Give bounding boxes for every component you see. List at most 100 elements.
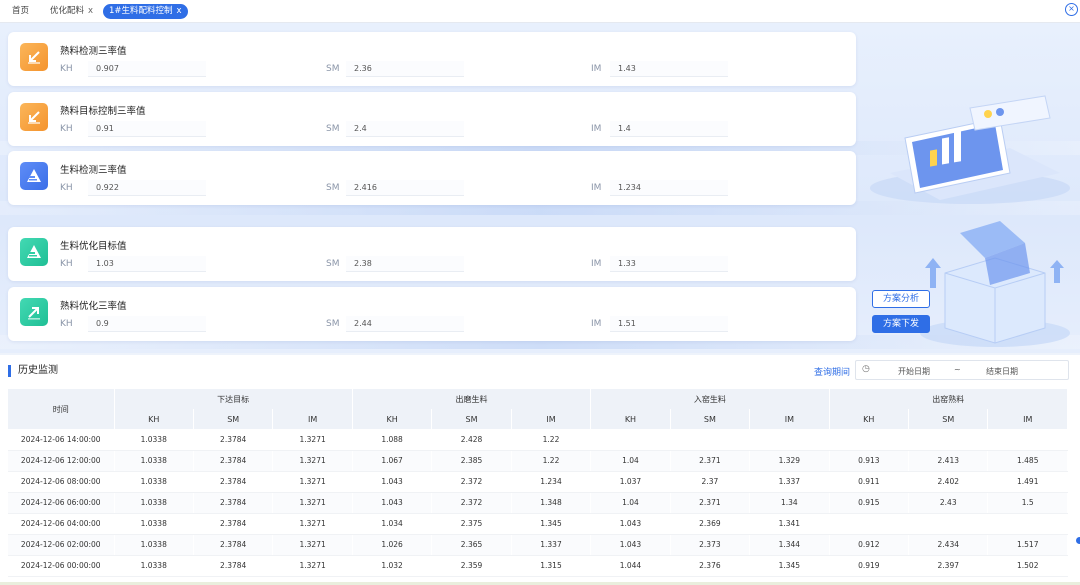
table-row: 2024-12-06 08:00:00 1.0338 2.3784 1.3271 1.0…	[8, 471, 1068, 493]
sm-label: SM	[326, 319, 340, 329]
value-cell: 1.3271	[272, 429, 353, 451]
pyramid-icon	[20, 162, 48, 190]
close-icon[interactable]: x	[88, 6, 93, 16]
column-header-sm: SM	[193, 409, 274, 429]
value-cell: 0.913	[829, 450, 910, 472]
card-clinker-target: 熟料目标控制三率值 KH 0.91 SM 2.4 IM 1.4	[8, 92, 856, 146]
value-cell: 1.345	[749, 555, 830, 577]
column-header-sm: SM	[908, 409, 989, 429]
im-value: 1.4	[610, 121, 728, 137]
im-value: 1.43	[610, 61, 728, 77]
value-cell: 1.3271	[272, 513, 353, 535]
sm-label: SM	[326, 183, 340, 193]
value-cell: 2.3784	[193, 471, 274, 493]
value-cell: 1.485	[987, 450, 1068, 472]
card-title: 熟料检测三率值	[60, 46, 127, 57]
value-cell: 2.397	[908, 555, 989, 577]
value-cell: 1.3271	[272, 534, 353, 556]
sm-value: 2.4	[346, 121, 464, 137]
value-cell: 2.3784	[193, 513, 274, 535]
im-value: 1.51	[610, 316, 728, 332]
tab-raw-meal-control[interactable]: 1#生料配料控制 x	[103, 4, 188, 19]
history-section: 历史监测 查询期间 ◷ 开始日期 ~ 结束日期 时间 下达目标 出磨生料 入窑生…	[0, 355, 1080, 585]
range-separator: ~	[954, 365, 961, 374]
im-label: IM	[591, 319, 602, 329]
tab-home[interactable]: 首页	[6, 4, 35, 19]
value-cell: 2.3784	[193, 555, 274, 577]
value-cell	[749, 429, 830, 451]
column-header-kh: KH	[590, 409, 671, 429]
column-header-im: IM	[987, 409, 1068, 429]
scheme-issue-button[interactable]: 方案下发	[872, 315, 930, 333]
group-header-kiln-outlet: 出窑熟料	[829, 389, 1069, 409]
table-row: 2024-12-06 12:00:00 1.0338 2.3784 1.3271 1.0…	[8, 450, 1068, 472]
tab-raw-meal-control-label: 1#生料配料控制	[109, 6, 173, 16]
value-cell: 1.3271	[272, 555, 353, 577]
scroll-indicator[interactable]	[1076, 537, 1080, 544]
value-cell: 1.34	[749, 492, 830, 514]
time-cell: 2024-12-06 02:00:00	[8, 534, 115, 556]
value-cell: 2.428	[431, 429, 512, 451]
value-cell: 1.034	[352, 513, 433, 535]
value-cell: 1.0338	[114, 450, 194, 472]
close-all-icon[interactable]: ×	[1065, 3, 1078, 16]
arrow-up-right-icon	[20, 298, 48, 326]
value-cell: 1.0338	[114, 471, 194, 493]
value-cell: 2.402	[908, 471, 989, 493]
value-cell: 2.372	[431, 471, 512, 493]
value-cell: 2.3784	[193, 492, 274, 514]
table-row: 2024-12-06 00:00:00 1.0338 2.3784 1.3271 1.0…	[8, 555, 1068, 577]
value-cell: 2.3784	[193, 534, 274, 556]
date-range-picker[interactable]: ◷ 开始日期 ~ 结束日期	[855, 360, 1069, 380]
im-label: IM	[591, 124, 602, 134]
tab-optimize-batching[interactable]: 优化配料 x	[44, 4, 99, 19]
value-cell: 1.337	[511, 534, 592, 556]
value-cell: 1.026	[352, 534, 433, 556]
card-raw-meal-measured: 生料检测三率值 KH 0.922 SM 2.416 IM 1.234	[8, 151, 856, 205]
value-cell: 2.373	[670, 534, 751, 556]
card-title: 熟料目标控制三率值	[60, 106, 146, 117]
kh-label: KH	[60, 183, 73, 193]
value-cell: 2.413	[908, 450, 989, 472]
value-cell: 2.3784	[193, 429, 274, 451]
sm-value: 2.416	[346, 180, 464, 196]
table-row: 2024-12-06 06:00:00 1.0338 2.3784 1.3271 1.0…	[8, 492, 1068, 514]
kh-label: KH	[60, 259, 73, 269]
kh-value: 0.922	[88, 180, 206, 196]
im-label: IM	[591, 259, 602, 269]
section-title: 历史监测	[8, 365, 58, 377]
table-row: 2024-12-06 14:00:00 1.0338 2.3784 1.3271 1.0…	[8, 429, 1068, 451]
arrow-down-left-icon	[20, 43, 48, 71]
column-header-sm: SM	[431, 409, 512, 429]
ratio-panel: 熟料检测三率值 KH 0.907 SM 2.36 IM 1.43 熟料目标控制三…	[0, 23, 1080, 353]
end-date-input[interactable]: 结束日期	[986, 366, 1018, 377]
sm-label: SM	[326, 259, 340, 269]
sm-value: 2.38	[346, 256, 464, 272]
group-header-kiln-inlet: 入窑生料	[590, 389, 830, 409]
kh-value: 0.91	[88, 121, 206, 137]
value-cell: 1.234	[511, 471, 592, 493]
start-date-input[interactable]: 开始日期	[898, 366, 930, 377]
value-cell: 1.0338	[114, 429, 194, 451]
value-cell: 1.517	[987, 534, 1068, 556]
value-cell	[829, 429, 910, 451]
group-header-mill-outlet: 出磨生料	[352, 389, 592, 409]
card-clinker-optimized: 熟料优化三率值 KH 0.9 SM 2.44 IM 1.51	[8, 287, 856, 341]
card-title: 熟料优化三率值	[60, 301, 127, 312]
time-cell: 2024-12-06 12:00:00	[8, 450, 115, 472]
column-header-time: 时间	[8, 389, 115, 429]
tab-home-label: 首页	[12, 6, 30, 16]
scheme-analysis-button[interactable]: 方案分析	[872, 290, 930, 308]
pyramid-icon	[20, 238, 48, 266]
report-illustration	[870, 95, 1070, 204]
close-icon[interactable]: x	[177, 6, 182, 16]
table-row: 2024-12-06 04:00:00 1.0338 2.3784 1.3271 1.0…	[8, 513, 1068, 535]
value-cell: 1.037	[590, 471, 671, 493]
value-cell: 1.0338	[114, 534, 194, 556]
value-cell: 1.043	[590, 513, 671, 535]
value-cell: 1.04	[590, 450, 671, 472]
kh-value: 0.9	[88, 316, 206, 332]
column-header-kh: KH	[829, 409, 910, 429]
card-title: 生料检测三率值	[60, 165, 127, 176]
im-label: IM	[591, 64, 602, 74]
